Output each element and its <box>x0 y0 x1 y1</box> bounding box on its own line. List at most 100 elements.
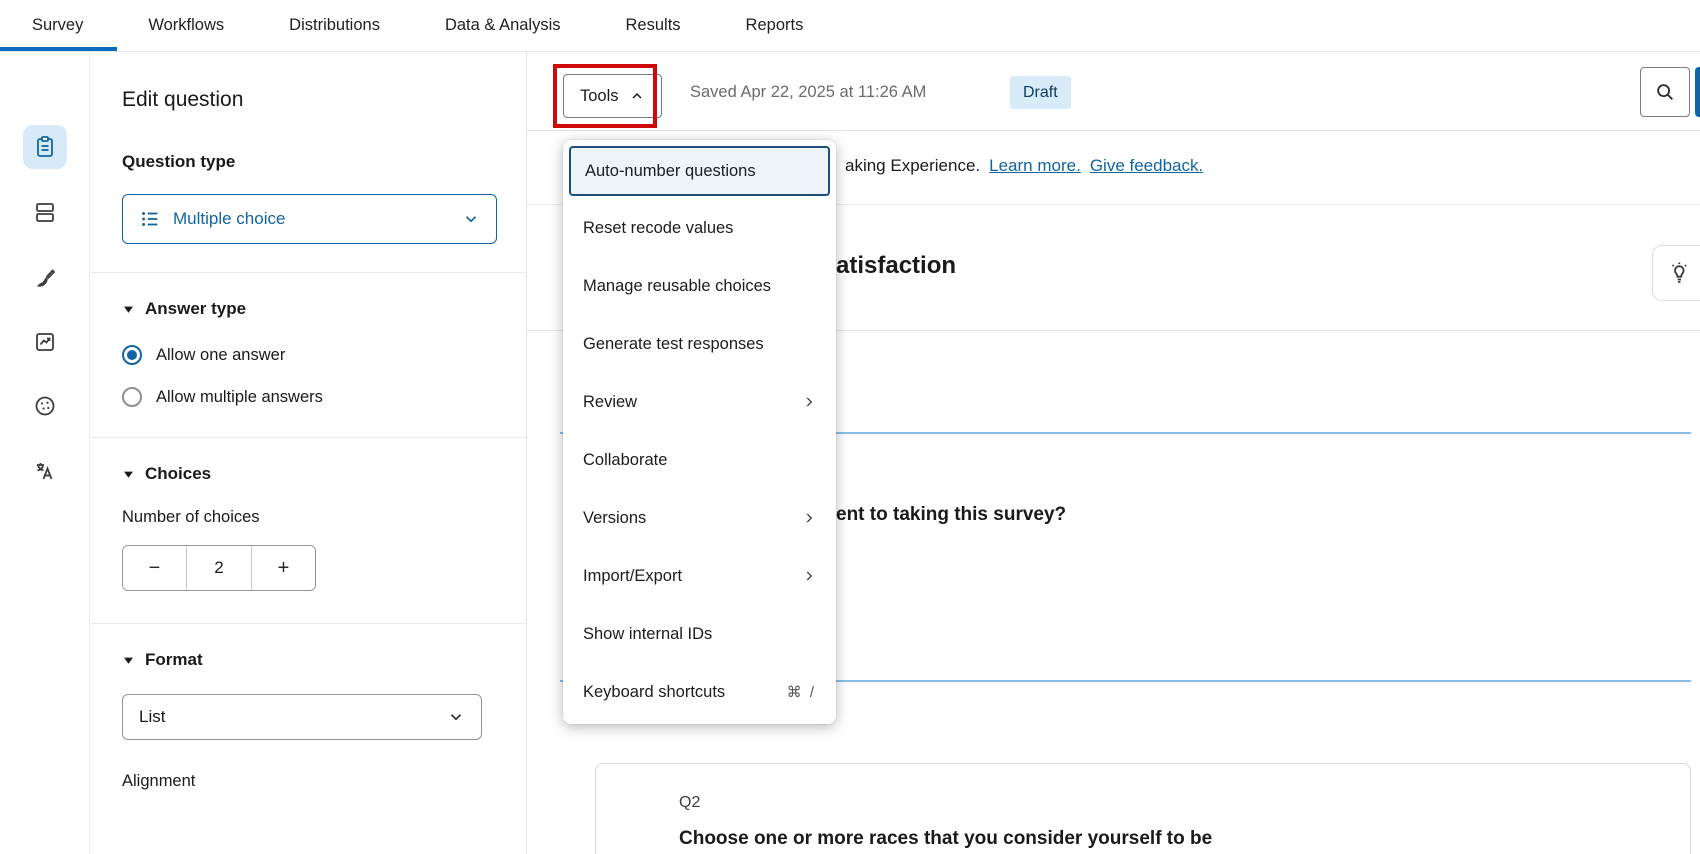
keyboard-shortcut-hint: ⌘ / <box>787 683 816 701</box>
menu-item-label: Review <box>583 393 637 412</box>
search-icon <box>1654 81 1676 103</box>
publish-button-partial[interactable] <box>1695 67 1700 117</box>
question-2-id: Q2 <box>679 794 1690 812</box>
chevron-right-icon <box>802 569 816 583</box>
tools-dropdown-menu: Auto-number questions Reset recode value… <box>563 140 836 724</box>
menu-item-label: Auto-number questions <box>585 162 756 181</box>
search-button[interactable] <box>1640 67 1690 117</box>
choices-section-header[interactable]: Choices <box>122 464 496 484</box>
increase-choices-button[interactable]: + <box>252 546 315 590</box>
chevron-up-icon <box>629 88 645 104</box>
menu-item-review[interactable]: Review <box>563 373 836 431</box>
translate-icon <box>33 459 57 483</box>
top-nav: Survey Workflows Distributions Data & An… <box>0 0 1700 52</box>
blocks-icon <box>33 200 57 224</box>
edit-question-panel: Edit question Question type Multiple cho… <box>90 52 527 854</box>
panel-divider <box>90 272 526 273</box>
question-1-text-fragment: ent to taking this survey? <box>836 504 1066 526</box>
chevron-right-icon <box>802 395 816 409</box>
choices-count-stepper: − 2 + <box>122 545 316 591</box>
menu-item-import-export[interactable]: Import/Export <box>563 547 836 605</box>
question-type-label: Question type <box>122 152 496 172</box>
format-section-header[interactable]: Format <box>122 650 496 670</box>
collapse-triangle-icon <box>122 468 135 481</box>
rail-item-blocks[interactable] <box>23 190 67 234</box>
panel-divider <box>90 437 526 438</box>
menu-item-versions[interactable]: Versions <box>563 489 836 547</box>
radio-allow-multiple-answers[interactable]: Allow multiple answers <box>122 387 496 407</box>
lightbulb-icon <box>1667 261 1691 285</box>
question-type-value: Multiple choice <box>173 209 450 229</box>
clipboard-icon <box>33 135 57 159</box>
menu-item-label: Collaborate <box>583 451 667 470</box>
radio-unselected-icon <box>122 387 142 407</box>
survey-title-fragment: atisfaction <box>836 252 956 280</box>
menu-item-label: Keyboard shortcuts <box>583 683 725 702</box>
menu-item-collaborate[interactable]: Collaborate <box>563 431 836 489</box>
tools-button-label: Tools <box>580 87 619 106</box>
menu-item-label: Versions <box>583 509 646 528</box>
saved-timestamp: Saved Apr 22, 2025 at 11:26 AM <box>690 83 926 102</box>
banner-text-fragment: aking Experience. <box>845 156 980 176</box>
choices-label: Choices <box>145 464 211 484</box>
rail-item-look-and-feel[interactable] <box>23 256 67 300</box>
give-feedback-link[interactable]: Give feedback. <box>1090 156 1203 176</box>
tab-survey[interactable]: Survey <box>32 0 83 51</box>
chevron-right-icon <box>802 511 816 525</box>
question-2-text: Choose one or more races that you consid… <box>679 828 1690 850</box>
decrease-choices-button[interactable]: − <box>123 546 186 590</box>
rail-item-translations[interactable] <box>23 449 67 493</box>
main-area: Tools Saved Apr 22, 2025 at 11:26 AM Dra… <box>527 52 1700 854</box>
menu-item-keyboard-shortcuts[interactable]: Keyboard shortcuts ⌘ / <box>563 663 836 721</box>
menu-item-reset-recode-values[interactable]: Reset recode values <box>563 199 836 257</box>
number-of-choices-label: Number of choices <box>122 508 496 527</box>
alignment-label: Alignment <box>122 772 496 791</box>
tab-data-analysis[interactable]: Data & Analysis <box>445 0 561 51</box>
radio-label: Allow multiple answers <box>156 388 323 407</box>
left-icon-rail <box>0 52 90 854</box>
menu-item-manage-reusable-choices[interactable]: Manage reusable choices <box>563 257 836 315</box>
rail-item-survey-flow[interactable] <box>23 320 67 364</box>
tab-reports[interactable]: Reports <box>746 0 804 51</box>
panel-divider <box>90 623 526 624</box>
menu-item-label: Generate test responses <box>583 335 764 354</box>
tools-button[interactable]: Tools <box>563 74 662 118</box>
flow-chart-icon <box>33 330 57 354</box>
collapse-triangle-icon <box>122 654 135 667</box>
app-window: Survey Workflows Distributions Data & An… <box>0 0 1700 854</box>
menu-item-label: Manage reusable choices <box>583 277 771 296</box>
collapse-triangle-icon <box>122 303 135 316</box>
format-label: Format <box>145 650 203 670</box>
menu-item-generate-test-responses[interactable]: Generate test responses <box>563 315 836 373</box>
multiple-choice-list-icon <box>139 208 161 230</box>
survey-toolbar: Tools Saved Apr 22, 2025 at 11:26 AM Dra… <box>527 52 1700 131</box>
menu-item-label: Reset recode values <box>583 219 733 238</box>
format-select[interactable]: List <box>122 694 482 740</box>
gauge-icon <box>33 394 57 418</box>
chevron-down-icon <box>462 210 480 228</box>
panel-title: Edit question <box>122 88 496 112</box>
tab-distributions[interactable]: Distributions <box>289 0 380 51</box>
menu-item-label: Import/Export <box>583 567 682 586</box>
learn-more-link[interactable]: Learn more. <box>989 156 1081 176</box>
format-value: List <box>139 707 447 727</box>
choices-count-value: 2 <box>186 546 252 590</box>
radio-allow-one-answer[interactable]: Allow one answer <box>122 345 496 365</box>
brush-icon <box>33 266 57 290</box>
menu-item-show-internal-ids[interactable]: Show internal IDs <box>563 605 836 663</box>
menu-item-auto-number-questions[interactable]: Auto-number questions <box>569 146 830 196</box>
status-badge: Draft <box>1010 76 1071 109</box>
radio-selected-icon <box>122 345 142 365</box>
menu-item-label: Show internal IDs <box>583 625 712 644</box>
answer-type-label: Answer type <box>145 299 246 319</box>
suggestion-button[interactable] <box>1652 245 1700 301</box>
rail-item-builder[interactable] <box>23 125 67 169</box>
tab-results[interactable]: Results <box>626 0 681 51</box>
question-type-select[interactable]: Multiple choice <box>122 194 497 244</box>
radio-label: Allow one answer <box>156 346 285 365</box>
question-2-card[interactable]: Q2 Choose one or more races that you con… <box>595 763 1691 854</box>
tab-workflows[interactable]: Workflows <box>148 0 224 51</box>
rail-item-survey-options[interactable] <box>23 384 67 428</box>
chevron-down-icon <box>447 708 465 726</box>
answer-type-section-header[interactable]: Answer type <box>122 299 496 319</box>
